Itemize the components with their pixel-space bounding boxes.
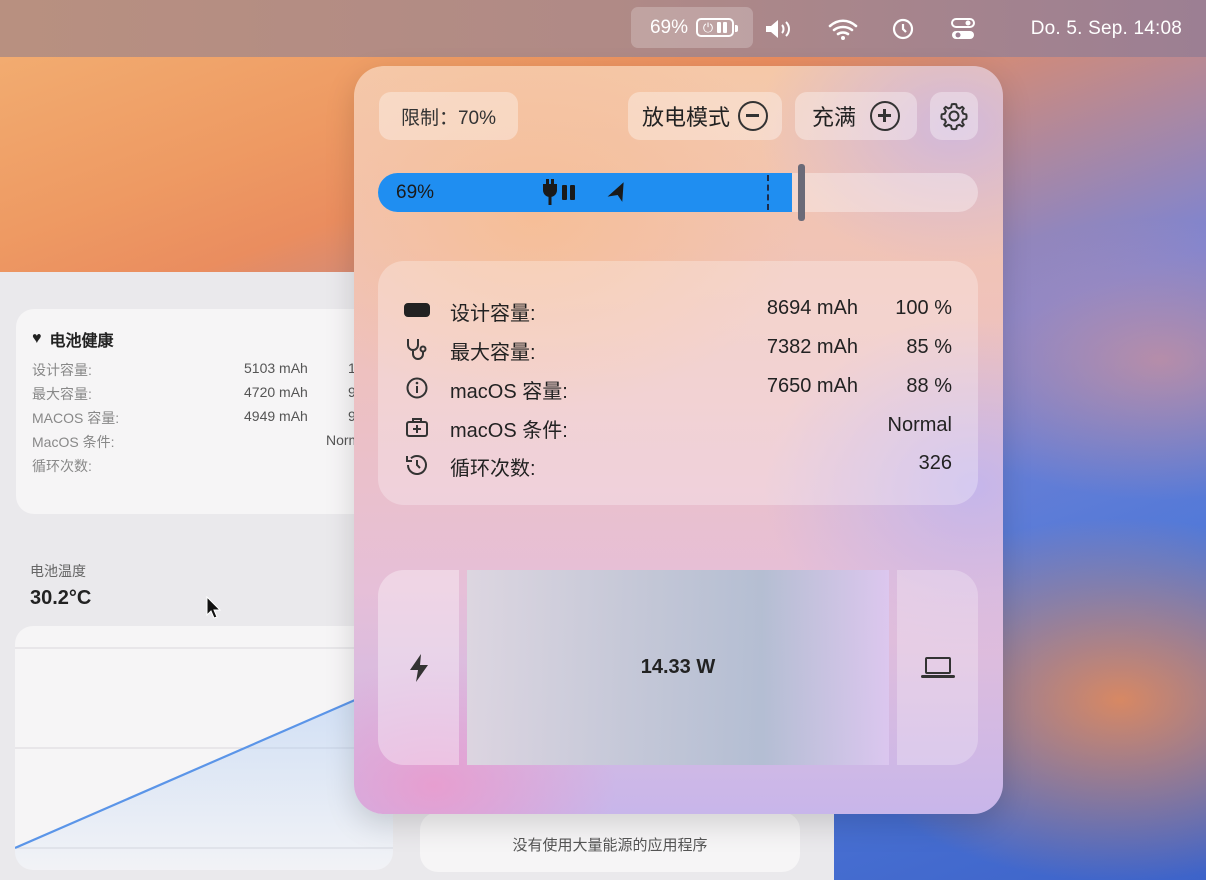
discharge-mode-button[interactable]: 放电模式 bbox=[628, 92, 782, 140]
charge-level-percent: 69% bbox=[396, 182, 435, 203]
battery-stats-card: 设计容量: 8694 mAh 100 % 最大容量: 7382 mAh 85 %… bbox=[378, 261, 978, 505]
control-center-icon[interactable] bbox=[948, 0, 978, 57]
stat-row-max-capacity: 最大容量: 7382 mAh 85 % bbox=[378, 334, 978, 364]
charge-full-button[interactable]: 充满 bbox=[795, 92, 917, 140]
stat-row-macos-capacity: macOS 容量: 7650 mAh 88 % bbox=[378, 373, 978, 403]
stat-row-macos-condition: macOS 条件: Normal bbox=[378, 412, 978, 442]
energy-usage-text: 没有使用大量能源的应用程序 bbox=[512, 837, 708, 854]
charge-limit-badge[interactable]: 限制：70% bbox=[379, 92, 518, 140]
menu-bar-clock[interactable]: Do. 5. Sep. 14:08 bbox=[1031, 0, 1182, 57]
temperature-chart bbox=[15, 626, 393, 870]
list-item: 循环次数: bbox=[32, 458, 92, 474]
battery-icon bbox=[404, 297, 430, 323]
list-item: MACOS 容量: 4949 mAh 97 bbox=[32, 408, 364, 426]
energy-usage-card: 没有使用大量能源的应用程序 bbox=[420, 812, 800, 872]
power-watts-display: 14.33 W bbox=[467, 570, 889, 765]
lightning-bolt-icon bbox=[409, 653, 428, 682]
battery-health-card: ♥ 电池健康 设计容量: 5103 mAh 100 最大容量: 4720 mAh… bbox=[16, 309, 396, 514]
heart-icon: ♥ bbox=[32, 330, 42, 347]
battery-popover: 限制：70% 放电模式 充满 69% 设计容量: 8694 mAh 100 % bbox=[354, 66, 1003, 814]
list-item: MacOS 条件: Normal bbox=[32, 432, 372, 450]
wifi-icon[interactable] bbox=[826, 0, 860, 57]
history-icon bbox=[404, 452, 430, 478]
power-source-panel bbox=[378, 570, 459, 765]
battery-status-item[interactable]: 69% ⏻ bbox=[631, 7, 753, 48]
mouse-cursor-icon bbox=[206, 595, 222, 624]
plug-paused-icon bbox=[540, 178, 580, 214]
stat-row-cycle-count: 循环次数: 326 bbox=[378, 450, 978, 480]
battery-charging-paused-icon: ⏻ bbox=[696, 18, 739, 37]
stethoscope-icon bbox=[404, 336, 430, 362]
battery-health-rows: 设计容量: 5103 mAh 100 最大容量: 4720 mAh 92 MAC… bbox=[32, 360, 382, 480]
list-item: 设计容量: 5103 mAh 100 bbox=[32, 360, 371, 378]
laptop-icon bbox=[920, 656, 955, 679]
charge-limit-marker bbox=[767, 175, 769, 210]
time-machine-icon[interactable] bbox=[888, 0, 918, 57]
gear-icon bbox=[940, 103, 968, 131]
battery-temperature-label: 电池温度 bbox=[30, 563, 86, 579]
plus-circle-icon bbox=[870, 101, 900, 131]
info-icon bbox=[404, 375, 430, 401]
battery-temperature-value: 30.2°C bbox=[30, 587, 92, 609]
minus-circle-icon bbox=[738, 101, 768, 131]
settings-button[interactable] bbox=[930, 92, 978, 140]
medkit-icon bbox=[404, 414, 430, 440]
battery-percent: 69% bbox=[649, 16, 689, 38]
volume-icon[interactable] bbox=[762, 0, 798, 57]
menu-bar: 69% ⏻ Do. 5. Sep. 14:08 bbox=[0, 0, 1206, 57]
stat-row-design-capacity: 设计容量: 8694 mAh 100 % bbox=[378, 295, 978, 325]
charge-level-slider[interactable]: 69% bbox=[378, 164, 978, 221]
power-sink-panel bbox=[897, 570, 978, 765]
battery-health-title: ♥ 电池健康 bbox=[32, 330, 114, 350]
power-flow-card: 14.33 W bbox=[378, 570, 978, 765]
slider-handle[interactable] bbox=[798, 164, 805, 221]
charge-level-fill bbox=[378, 173, 792, 212]
list-item: 最大容量: 4720 mAh 92 bbox=[32, 384, 364, 402]
